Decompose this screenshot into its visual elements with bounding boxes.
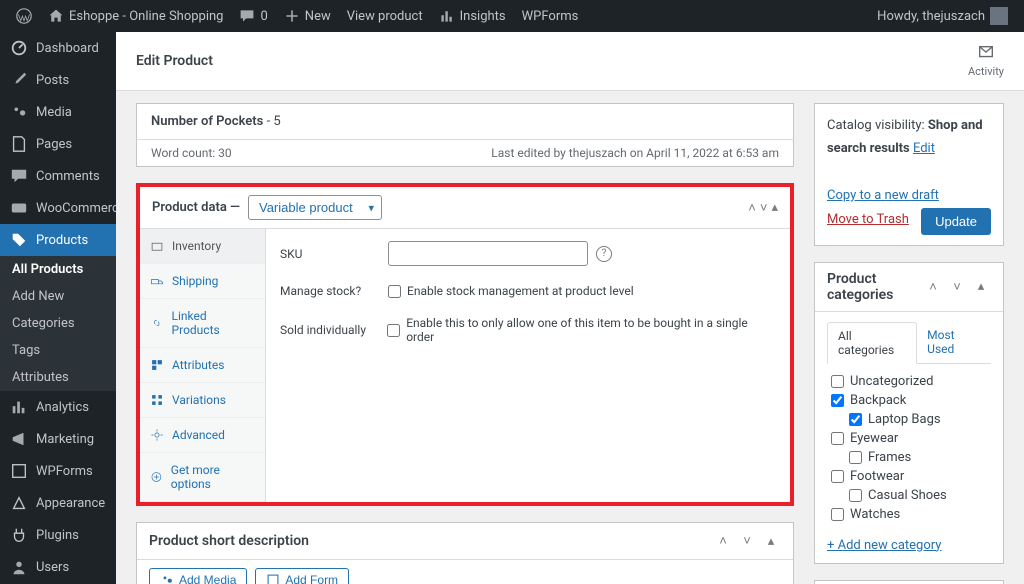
most-used-tab[interactable]: Most Used	[917, 322, 991, 363]
add-media-button[interactable]: Add Media	[149, 568, 247, 584]
panel-toggle-icon[interactable]: ▴	[971, 277, 991, 297]
tab-advanced[interactable]: Advanced	[140, 418, 265, 453]
menu-appearance[interactable]: Appearance	[0, 487, 116, 519]
sku-help-icon[interactable]: ?	[596, 246, 612, 262]
products-submenu: All Products Add New Categories Tags Att…	[0, 256, 116, 391]
admin-sidebar: Dashboard Posts Media Pages Comments Woo…	[0, 32, 116, 584]
tab-inventory[interactable]: Inventory	[140, 229, 265, 264]
cat-eyewear[interactable]	[831, 432, 844, 445]
comments-link[interactable]: 0	[231, 0, 275, 32]
menu-users[interactable]: Users	[0, 551, 116, 583]
editor-content-preview: Number of Pockets - 5	[136, 103, 794, 139]
activity-button[interactable]: Activity	[968, 44, 1004, 78]
cat-casual-shoes[interactable]	[849, 489, 862, 502]
move-to-trash-link[interactable]: Move to Trash	[827, 212, 909, 227]
submenu-attributes[interactable]: Attributes	[0, 364, 116, 391]
avatar	[990, 7, 1008, 25]
product-data-panel: Product data — Variable product ˄ ˅ ▴ In…	[136, 183, 794, 506]
cat-backpack[interactable]	[831, 394, 844, 407]
editor-footer: Word count: 30 Last edited by thejuszach…	[136, 139, 794, 167]
menu-media[interactable]: Media	[0, 96, 116, 128]
short-description-title: Product short description	[149, 533, 713, 549]
cat-uncategorized[interactable]	[831, 375, 844, 388]
panel-up-icon[interactable]: ˄	[713, 531, 733, 551]
categories-title: Product categories	[827, 271, 923, 303]
panel-toggle-icon[interactable]: ▴	[761, 531, 781, 551]
all-categories-tab[interactable]: All categories	[827, 322, 917, 364]
manage-stock-label: Manage stock?	[280, 284, 388, 298]
panel-down-icon[interactable]: ˅	[760, 200, 768, 216]
sold-individually-checkbox[interactable]	[387, 324, 400, 337]
tab-linked[interactable]: Linked Products	[140, 299, 265, 348]
catalog-visibility-label: Catalog visibility:	[827, 118, 928, 133]
menu-comments[interactable]: Comments	[0, 160, 116, 192]
publish-panel: Catalog visibility: Shop and search resu…	[814, 103, 1004, 246]
submenu-all-products[interactable]: All Products	[0, 256, 116, 283]
site-link[interactable]: Eshoppe - Online Shopping	[40, 0, 231, 32]
page-title: Edit Product	[136, 53, 213, 69]
panel-toggle-icon[interactable]: ▴	[771, 200, 778, 216]
wp-logo[interactable]	[8, 0, 40, 32]
submenu-add-new[interactable]: Add New	[0, 283, 116, 310]
cat-laptop-bags[interactable]	[849, 413, 862, 426]
sold-individually-label: Sold individually	[280, 323, 387, 337]
menu-dashboard[interactable]: Dashboard	[0, 32, 116, 64]
sku-label: SKU	[280, 247, 388, 261]
insights-link[interactable]: Insights	[431, 0, 514, 32]
menu-products[interactable]: Products	[0, 224, 116, 256]
tab-variations[interactable]: Variations	[140, 383, 265, 418]
word-count: Word count: 30	[151, 146, 232, 160]
short-description-panel: Product short description ˄ ˅ ▴ Add Medi…	[136, 522, 794, 584]
sold-individually-text: Enable this to only allow one of this it…	[406, 316, 776, 344]
page-header: Edit Product Activity	[116, 32, 1024, 91]
catalog-edit-link[interactable]: Edit	[913, 141, 935, 156]
add-category-link[interactable]: + Add new category	[827, 538, 991, 553]
tab-shipping[interactable]: Shipping	[140, 264, 265, 299]
admin-bar: Eshoppe - Online Shopping 0 New View pro…	[0, 0, 1024, 32]
tab-get-more[interactable]: Get more options	[140, 453, 265, 502]
submenu-categories[interactable]: Categories	[0, 310, 116, 337]
cat-frames[interactable]	[849, 451, 862, 464]
add-form-button[interactable]: Add Form	[255, 568, 349, 584]
panel-up-icon[interactable]: ˄	[748, 200, 756, 216]
last-edited: Last edited by thejuszach on April 11, 2…	[491, 146, 779, 160]
howdy-link[interactable]: Howdy, thejuszach	[869, 0, 1016, 32]
wpforms-link[interactable]: WPForms	[514, 0, 587, 32]
cat-watches[interactable]	[831, 508, 844, 521]
menu-analytics[interactable]: Analytics	[0, 391, 116, 423]
product-data-title: Product data —	[152, 200, 240, 215]
menu-pages[interactable]: Pages	[0, 128, 116, 160]
panel-up-icon[interactable]: ˄	[923, 277, 943, 297]
copy-draft-link[interactable]: Copy to a new draft	[827, 188, 939, 203]
tab-attributes[interactable]: Attributes	[140, 348, 265, 383]
update-button[interactable]: Update	[921, 208, 991, 235]
panel-down-icon[interactable]: ˅	[737, 531, 757, 551]
sku-input[interactable]	[388, 241, 588, 266]
menu-woocommerce[interactable]: WooCommerce	[0, 192, 116, 224]
menu-marketing[interactable]: Marketing	[0, 423, 116, 455]
tags-panel: Product tags ˄ ˅ ▴ Add Separate tags wit…	[814, 580, 1004, 584]
view-product-link[interactable]: View product	[339, 0, 431, 32]
manage-stock-text: Enable stock management at product level	[407, 284, 634, 298]
submenu-tags[interactable]: Tags	[0, 337, 116, 364]
new-link[interactable]: New	[276, 0, 339, 32]
menu-posts[interactable]: Posts	[0, 64, 116, 96]
cat-footwear[interactable]	[831, 470, 844, 483]
menu-wpforms[interactable]: WPForms	[0, 455, 116, 487]
panel-down-icon[interactable]: ˅	[947, 277, 967, 297]
menu-plugins[interactable]: Plugins	[0, 519, 116, 551]
product-type-select[interactable]: Variable product	[248, 195, 382, 220]
categories-panel: Product categories ˄ ˅ ▴ All categories …	[814, 262, 1004, 564]
manage-stock-checkbox[interactable]	[388, 285, 401, 298]
